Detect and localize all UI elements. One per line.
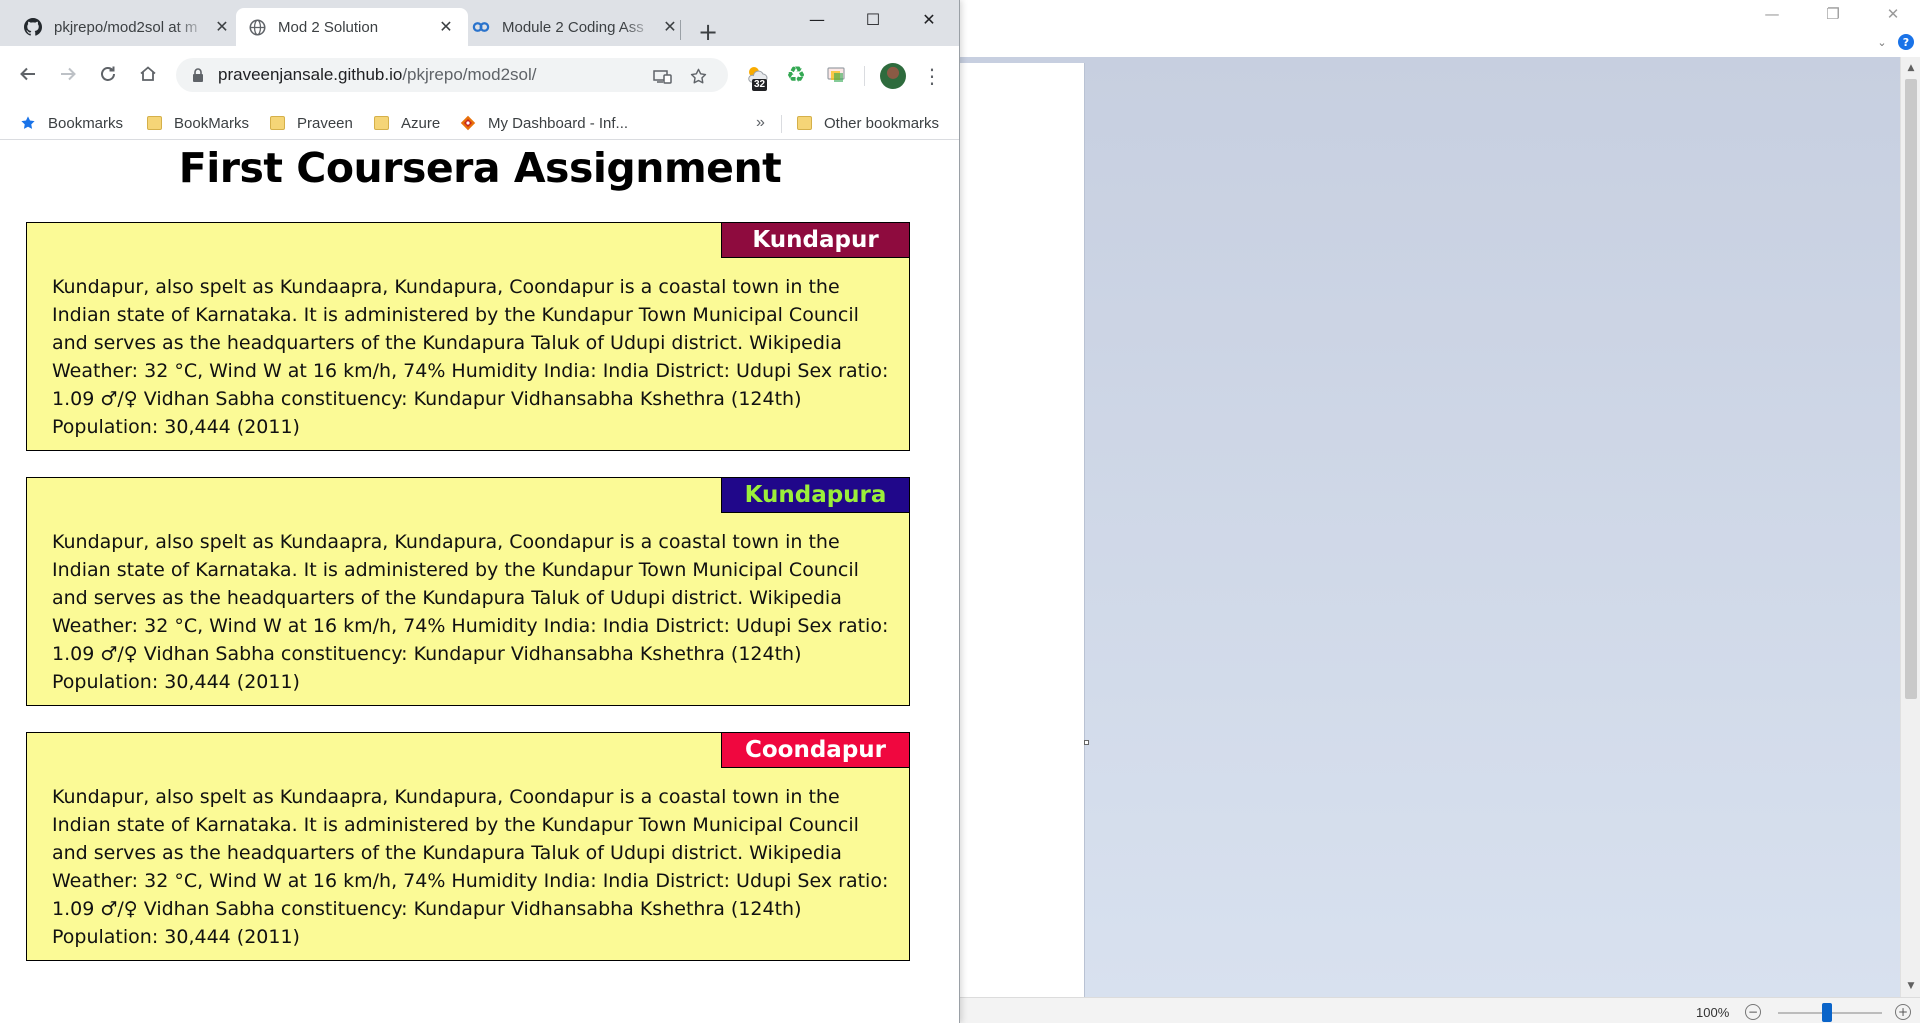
coursera-icon	[472, 18, 490, 36]
bookmark-folder[interactable]: Azure	[373, 110, 440, 136]
reload-button[interactable]	[94, 60, 122, 88]
close-tab-icon[interactable]: ✕	[436, 17, 456, 37]
url-host: praveenjansale.github.io	[218, 65, 403, 84]
browser-toolbar: praveenjansale.github.io/pkjrepo/mod2sol…	[0, 46, 959, 106]
tab-strip: pkjrepo/mod2sol at m ✕ Mod 2 Solution ✕ …	[0, 0, 959, 46]
card-text: Kundapur, also spelt as Kundaapra, Kunda…	[52, 276, 889, 438]
back-button[interactable]	[14, 60, 42, 88]
background-close-button[interactable]: ✕	[1870, 0, 1916, 28]
bookmark-item[interactable]: Bookmarks	[20, 110, 123, 136]
content-card: Kundapur Kundapur, also spelt as Kundaap…	[26, 222, 910, 451]
install-app-icon[interactable]	[652, 66, 672, 86]
bookmark-star-icon[interactable]	[688, 66, 708, 86]
folder-icon	[373, 115, 389, 131]
back-arrow-icon	[20, 67, 35, 81]
folder-icon	[269, 115, 285, 131]
card-text: Kundapur, also spelt as Kundaapra, Kunda…	[52, 531, 889, 693]
scrollbar-thumb[interactable]	[1905, 79, 1917, 699]
browser-window: pkjrepo/mod2sol at m ✕ Mod 2 Solution ✕ …	[0, 0, 960, 1023]
star-icon	[20, 115, 36, 131]
background-titlebar: — ❐ ✕	[960, 0, 1920, 57]
lock-icon	[193, 67, 203, 82]
github-icon	[24, 18, 42, 36]
dashboard-icon	[460, 115, 476, 131]
bookmarks-overflow-button[interactable]: »	[756, 114, 765, 132]
recycle-extension-icon[interactable]: ♻	[784, 63, 808, 88]
close-tab-icon[interactable]: ✕	[660, 17, 680, 37]
background-restore-button[interactable]: ❐	[1810, 0, 1856, 28]
bookmark-folder[interactable]: Praveen	[269, 110, 353, 136]
bookmark-item[interactable]: My Dashboard - Inf...	[460, 110, 628, 136]
ribbon-collapse-icon[interactable]: ⌄	[1874, 34, 1890, 50]
bookmark-label: BookMarks	[174, 114, 250, 132]
folder-icon	[796, 115, 812, 131]
zoom-level[interactable]: 100%	[1696, 1005, 1729, 1020]
close-tab-icon[interactable]: ✕	[212, 17, 232, 37]
bookmark-label: Other bookmarks	[824, 114, 940, 132]
document-canvas	[960, 57, 1900, 997]
new-tab-button[interactable]: +	[694, 18, 722, 46]
page-title: First Coursera Assignment	[178, 144, 782, 192]
zoom-out-icon[interactable]: −	[1745, 1004, 1761, 1020]
page-viewport: First Coursera Assignment Kundapur Kunda…	[0, 140, 959, 1023]
tab-github[interactable]: pkjrepo/mod2sol at m ✕	[12, 8, 244, 46]
toolbar-divider	[864, 66, 865, 86]
minimize-button[interactable]: —	[790, 0, 844, 38]
tab-title: Module 2 Coding Ass	[502, 18, 644, 36]
resize-handle[interactable]	[1084, 740, 1089, 745]
card-label-coondapur: Coondapur	[721, 733, 909, 768]
close-window-button[interactable]: ✕	[902, 0, 956, 38]
tab-title: pkjrepo/mod2sol at m	[54, 18, 198, 36]
bookmarks-divider	[781, 115, 782, 133]
profile-avatar[interactable]	[880, 63, 906, 89]
bookmark-label: Praveen	[297, 114, 353, 132]
globe-icon	[248, 18, 266, 36]
content-card: Kundapura Kundapur, also spelt as Kundaa…	[26, 477, 910, 706]
help-icon[interactable]: ?	[1898, 34, 1914, 50]
content-card: Coondapur Kundapur, also spelt as Kundaa…	[26, 732, 910, 961]
document-page	[960, 63, 1085, 997]
bookmark-folder[interactable]: BookMarks	[146, 110, 249, 136]
tab-module2-coding[interactable]: Module 2 Coding Ass ✕	[460, 8, 692, 46]
status-bar	[960, 997, 1920, 1023]
scroll-up-icon[interactable]: ▲	[1901, 59, 1920, 77]
maximize-button[interactable]: ☐	[846, 0, 900, 38]
address-bar[interactable]: praveenjansale.github.io/pkjrepo/mod2sol…	[176, 58, 728, 92]
bookmark-label: My Dashboard - Inf...	[488, 114, 629, 132]
card-text: Kundapur, also spelt as Kundaapra, Kunda…	[52, 786, 889, 948]
home-button[interactable]	[134, 60, 162, 88]
background-minimize-button[interactable]: —	[1749, 0, 1795, 28]
other-bookmarks-folder[interactable]: Other bookmarks	[796, 110, 939, 136]
weather-badge: 32	[752, 79, 768, 91]
zoom-slider-thumb[interactable]	[1822, 1003, 1832, 1022]
reload-icon	[101, 66, 115, 81]
bookmark-label: Bookmarks	[48, 114, 124, 132]
vertical-scrollbar[interactable]: ▲ ▼	[1900, 57, 1920, 997]
forward-button[interactable]	[54, 60, 82, 88]
tab-separator	[680, 20, 681, 40]
card-label-kundapura: Kundapura	[721, 478, 909, 513]
bookmarks-bar: Bookmarks BookMarks Praveen Azure My Das…	[0, 106, 959, 140]
card-label-kundapur: Kundapur	[721, 223, 909, 258]
home-icon	[140, 66, 156, 81]
folder-icon	[146, 115, 162, 131]
cast-extension-icon[interactable]	[824, 63, 848, 87]
kebab-menu-icon[interactable]: ⋮	[920, 62, 944, 90]
zoom-in-icon[interactable]: +	[1895, 1004, 1911, 1020]
forward-arrow-icon	[61, 67, 76, 81]
tab-mod2-solution[interactable]: Mod 2 Solution ✕	[236, 8, 468, 46]
scroll-down-icon[interactable]: ▼	[1901, 977, 1920, 995]
tab-title: Mod 2 Solution	[278, 18, 379, 36]
bookmark-label: Azure	[401, 114, 441, 132]
url-path: /pkjrepo/mod2sol/	[402, 65, 537, 84]
